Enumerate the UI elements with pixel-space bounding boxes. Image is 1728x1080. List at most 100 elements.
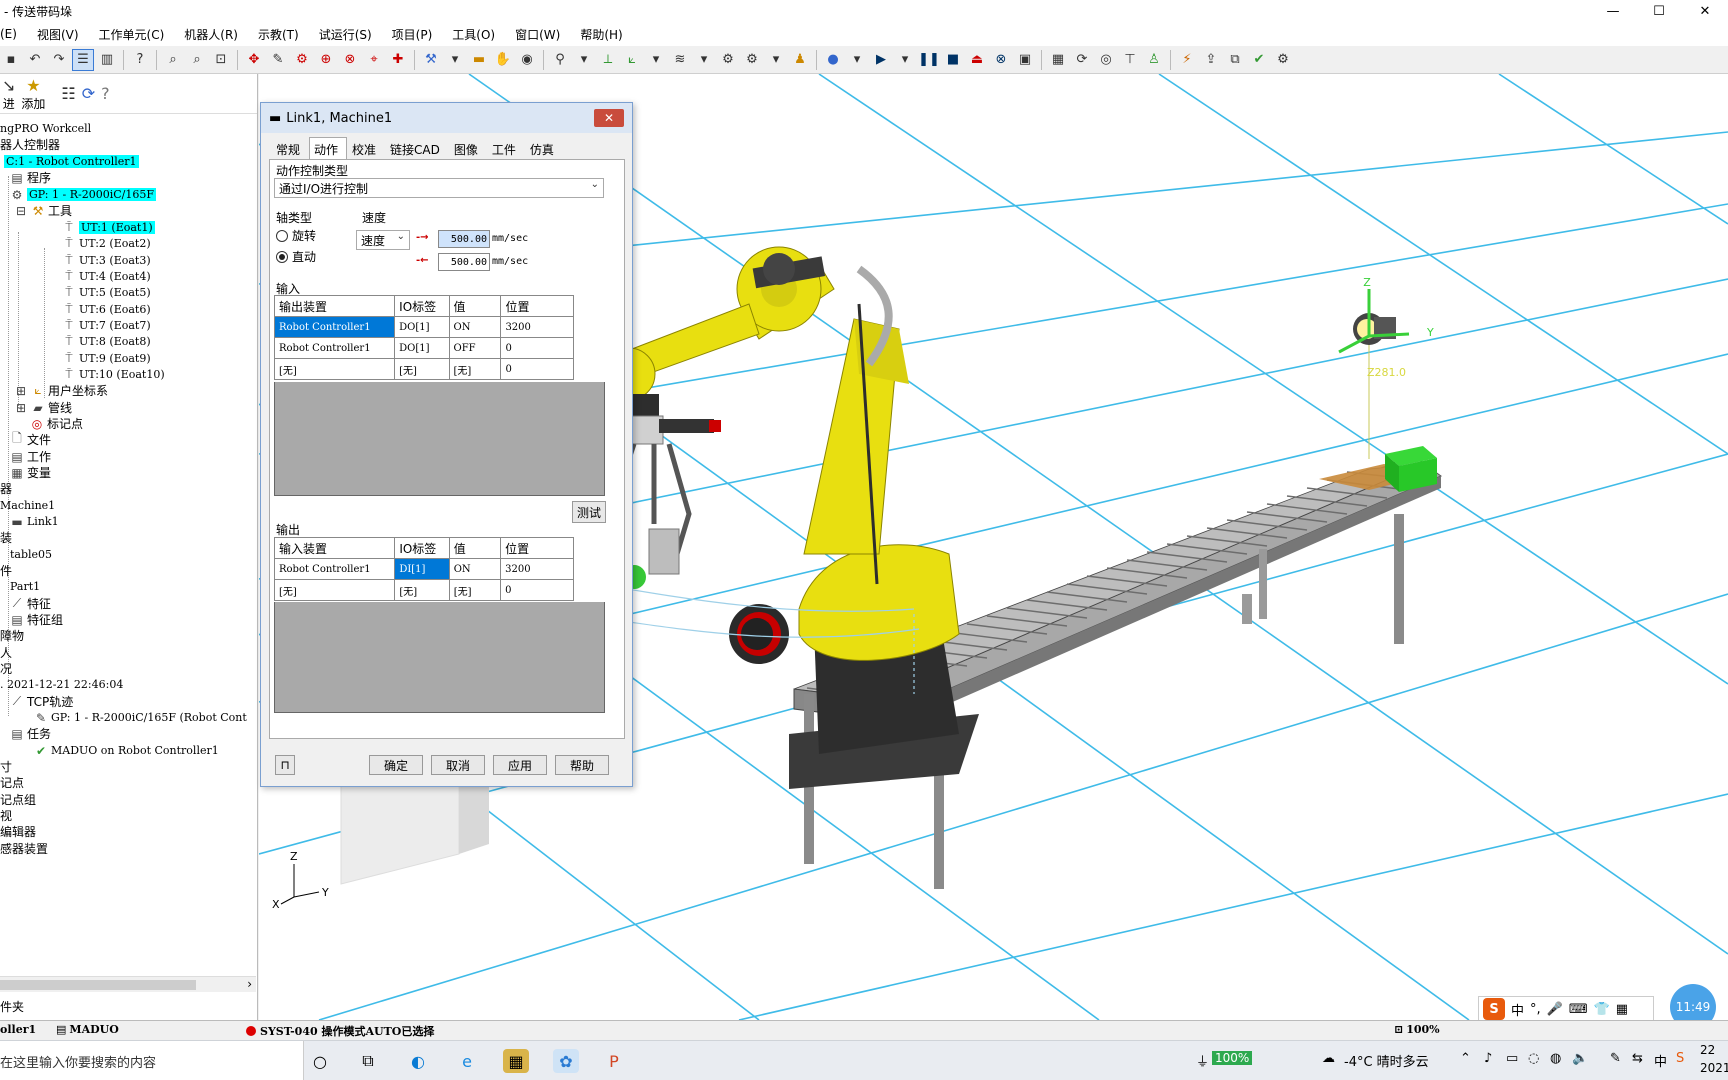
teach-icon[interactable]: ✚ bbox=[387, 49, 409, 71]
robot-icon[interactable]: ⚒ bbox=[420, 49, 442, 71]
tree-item-gp[interactable]: ⚙ GP: 1 - R-2000iC/165F bbox=[10, 186, 156, 203]
redo-icon[interactable]: ↷ bbox=[48, 49, 70, 71]
tree-item-tasks[interactable]: ▤ 任务 bbox=[10, 725, 51, 742]
person-icon[interactable]: ♟ bbox=[789, 49, 811, 71]
tree-item-controller[interactable]: C:1 - Robot Controller1 bbox=[4, 153, 139, 170]
dropdown-icon[interactable]: ▾ bbox=[573, 49, 595, 71]
tree-item-feature-groups[interactable]: ▤ 特征组 bbox=[10, 611, 63, 628]
dropdown-icon[interactable]: ▾ bbox=[894, 49, 916, 71]
tree-item-view[interactable]: 视 bbox=[0, 807, 12, 824]
menu-project[interactable]: 项目(P) bbox=[382, 26, 443, 43]
menu-test-run[interactable]: 试运行(S) bbox=[309, 26, 382, 43]
mic-icon[interactable]: ♪ bbox=[1484, 1051, 1492, 1066]
target-circle-icon[interactable]: ◎ bbox=[1095, 49, 1117, 71]
group-icon[interactable]: ⚙ bbox=[741, 49, 763, 71]
scroll-right-icon[interactable]: › bbox=[247, 977, 252, 991]
tab-simulation[interactable]: 仿真 bbox=[525, 137, 563, 159]
help-icon[interactable]: ? bbox=[101, 84, 110, 103]
collapse-icon[interactable]: ⊟ bbox=[14, 204, 28, 218]
robots-icon[interactable]: ⚙ bbox=[717, 49, 739, 71]
frame-axis-icon[interactable]: ⟀ bbox=[621, 49, 643, 71]
network-icon[interactable]: ▭ bbox=[1506, 1051, 1518, 1066]
tree-item-measure[interactable]: 寸 bbox=[0, 758, 12, 775]
zoom-out-icon[interactable]: ⌕ bbox=[186, 49, 208, 71]
table-row[interactable]: Robot Controller1 DO[1] OFF 0 bbox=[273, 337, 574, 359]
axis-icon[interactable]: ⟂ bbox=[597, 49, 619, 71]
stop-icon[interactable]: ■ bbox=[942, 49, 964, 71]
powerpoint-icon[interactable]: P bbox=[601, 1049, 627, 1073]
tree-item-work[interactable]: ▤ 工作 bbox=[10, 448, 51, 465]
table-cell[interactable]: [无] bbox=[448, 358, 502, 380]
table-cell[interactable]: [无] bbox=[273, 358, 396, 380]
zoom-in-icon[interactable]: ⌕ bbox=[162, 49, 184, 71]
refresh-icon[interactable]: ⟳ bbox=[82, 84, 95, 103]
tab-workpiece[interactable]: 工件 bbox=[487, 137, 525, 159]
dropdown-icon[interactable]: ▾ bbox=[645, 49, 667, 71]
skin-icon[interactable]: 👕 bbox=[1594, 1002, 1610, 1017]
grid-icon[interactable]: ▦ bbox=[1616, 1002, 1628, 1017]
scrollbar-thumb[interactable] bbox=[0, 980, 196, 990]
zoom-window-icon[interactable]: ⊡ bbox=[210, 49, 232, 71]
chevron-up-icon[interactable]: ⌃ bbox=[1460, 1051, 1471, 1066]
tree-item-tcp-trace[interactable]: ⟋ TCP轨迹 bbox=[10, 693, 73, 710]
tree-item-files[interactable]: 🗋 文件 bbox=[10, 431, 51, 448]
edge-icon[interactable]: ◐ bbox=[405, 1049, 431, 1073]
menu-cell[interactable]: 工作单元(C) bbox=[89, 26, 175, 43]
display-icon[interactable]: ▣ bbox=[1014, 49, 1036, 71]
eject-icon[interactable]: ⏏ bbox=[966, 49, 988, 71]
weather-text[interactable]: -4°C 晴时多云 bbox=[1344, 1051, 1429, 1070]
axis-rotate-radio[interactable]: 旋转 bbox=[276, 227, 316, 244]
table-cell[interactable]: 3200 bbox=[500, 558, 574, 580]
collision-icon[interactable]: ⊗ bbox=[339, 49, 361, 71]
tree-item-ut7[interactable]: ⍑ UT:7 (Eoat7) bbox=[62, 317, 150, 334]
table-cell[interactable]: 3200 bbox=[500, 316, 574, 338]
tree-item-fixtures[interactable]: 装 bbox=[0, 529, 12, 546]
hand-icon[interactable]: ✋ bbox=[492, 49, 514, 71]
tree-item-ut2[interactable]: ⍑ UT:2 (Eoat2) bbox=[62, 235, 150, 252]
speed-forward-input[interactable]: 500.00 bbox=[438, 230, 490, 248]
app-icon[interactable]: ✿ bbox=[553, 1049, 579, 1073]
expand-icon[interactable]: ⊞ bbox=[14, 384, 28, 398]
mic-icon[interactable]: 🎤 bbox=[1547, 1002, 1563, 1017]
settings-icon[interactable]: ⚙ bbox=[1272, 49, 1294, 71]
refresh-icon[interactable]: ⟳ bbox=[1071, 49, 1093, 71]
battery-indicator[interactable]: 100% bbox=[1212, 1051, 1253, 1065]
table-row[interactable]: [无] [无] [无] 0 bbox=[273, 579, 574, 601]
table-cell[interactable]: DI[1] bbox=[394, 558, 450, 580]
tree-item-link1[interactable]: ▬ Link1 bbox=[10, 513, 58, 530]
table-cell[interactable]: DO[1] bbox=[394, 337, 450, 359]
cancel-button[interactable]: 取消 bbox=[431, 755, 485, 775]
network-icon[interactable]: ⧉ bbox=[1224, 49, 1246, 71]
target-icon[interactable]: ⊕ bbox=[315, 49, 337, 71]
tree-item-timestamp[interactable]: . 2021-12-21 22:46:04 bbox=[0, 676, 123, 693]
tree-item-table05[interactable]: table05 bbox=[10, 546, 52, 563]
tree-item-obstacles[interactable]: 障物 bbox=[0, 627, 24, 644]
dropdown-icon[interactable]: ▾ bbox=[693, 49, 715, 71]
test-button[interactable]: 测试 bbox=[572, 501, 606, 523]
operator-icon[interactable]: ♙ bbox=[1143, 49, 1165, 71]
table-cell[interactable]: Robot Controller1 bbox=[273, 316, 396, 338]
menu-teach[interactable]: 示教(T) bbox=[248, 26, 309, 43]
lock-button[interactable]: ⊓ bbox=[275, 755, 295, 775]
tree-item-people[interactable]: 人 bbox=[0, 644, 12, 661]
axis-linear-radio[interactable]: 直动 bbox=[276, 248, 316, 265]
tree-item-ut8[interactable]: ⍑ UT:8 (Eoat8) bbox=[62, 333, 150, 350]
volume-icon[interactable]: 🔈 bbox=[1572, 1051, 1588, 1066]
table-cell[interactable]: 0 bbox=[500, 337, 574, 359]
task-view-icon[interactable]: ⧉ bbox=[355, 1049, 381, 1073]
table-cell[interactable]: 0 bbox=[500, 358, 574, 380]
dropdown-icon[interactable]: ▾ bbox=[444, 49, 466, 71]
tree-item-ut10[interactable]: ⍑ UT:10 (Eoat10) bbox=[62, 366, 164, 383]
dropdown-icon[interactable]: ▾ bbox=[765, 49, 787, 71]
table-cell[interactable]: OFF bbox=[448, 337, 502, 359]
clock-date[interactable]: 2021 bbox=[1700, 1061, 1728, 1075]
dialog-title-bar[interactable]: ▬ Link1, Machine1 bbox=[261, 103, 632, 133]
record-icon[interactable]: ● bbox=[822, 49, 844, 71]
minimize-button[interactable]: — bbox=[1590, 0, 1636, 22]
undo-icon[interactable]: ↶ bbox=[24, 49, 46, 71]
save-icon[interactable]: ▪ bbox=[0, 49, 22, 71]
menu-window[interactable]: 窗口(W) bbox=[505, 26, 570, 43]
ime-lang[interactable]: 中 bbox=[1511, 1000, 1524, 1019]
plug-icon[interactable]: ⏚ bbox=[1196, 1051, 1209, 1070]
ok-button[interactable]: 确定 bbox=[369, 755, 423, 775]
